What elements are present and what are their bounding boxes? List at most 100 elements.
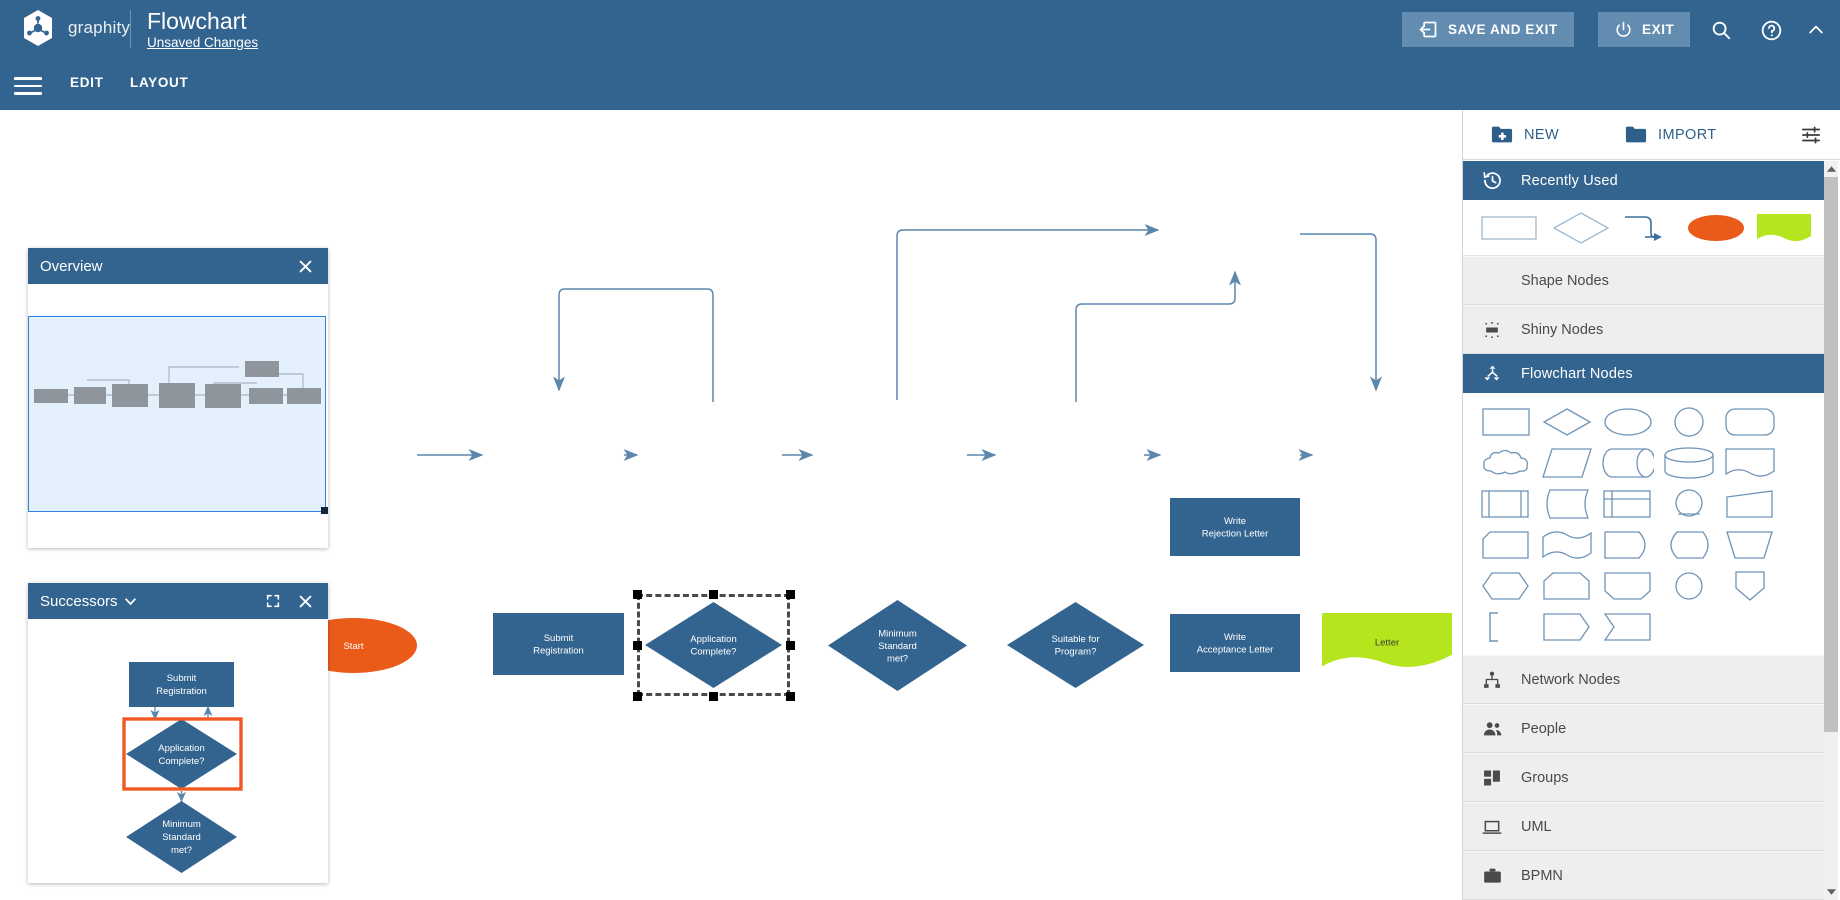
flowchart-node-acceptance[interactable]: Write Acceptance Letter [1170,614,1300,672]
recent-shape-green-document[interactable] [1753,207,1815,248]
overview-viewport-rect[interactable] [28,316,328,514]
scroll-down-icon[interactable] [1824,884,1838,900]
close-icon[interactable] [292,253,318,279]
node-label: Write [1224,516,1246,527]
shape-process[interactable] [1475,401,1536,442]
shape-circle-small[interactable] [1658,565,1719,606]
shape-parallelogram[interactable] [1536,442,1597,483]
palette-section-uml[interactable]: UML [1463,802,1825,851]
flowchart-edges [417,224,1382,461]
search-icon[interactable] [1705,14,1737,46]
palette-section-people[interactable]: People [1463,704,1825,753]
palette-section-recently-used[interactable]: Recently Used [1463,161,1825,200]
shape-card[interactable] [1475,524,1536,565]
close-icon[interactable] [292,588,318,614]
shape-preparation[interactable] [1536,565,1597,606]
recent-shape-rectangle[interactable] [1473,207,1545,248]
palette-section-bpmn[interactable]: BPMN [1463,851,1825,900]
menu-layout[interactable]: LAYOUT [130,75,188,90]
palette-scroll-area[interactable]: Recently Used Shape Nodes Shiny Nodes Fl… [1463,161,1825,900]
shape-ellipse[interactable] [1597,401,1658,442]
sliders-icon[interactable] [1800,125,1822,145]
palette-actions-row: NEW IMPORT [1463,110,1840,160]
successors-node-appcomplete [126,719,237,789]
successors-node-label: Complete? [159,756,205,767]
selection-handle[interactable] [785,691,795,701]
brand-name: graphity [68,18,131,37]
save-and-exit-button[interactable]: SAVE AND EXIT [1402,12,1574,47]
shape-decision[interactable] [1536,401,1597,442]
shape-predefined-process[interactable] [1475,483,1536,524]
shape-cylinder-horizontal[interactable] [1597,442,1658,483]
palette-section-label: Groups [1521,769,1569,786]
shape-circle[interactable] [1658,401,1719,442]
shape-chevron-arrow[interactable] [1597,606,1658,647]
scroll-up-icon[interactable] [1824,161,1838,177]
shape-database[interactable] [1658,442,1719,483]
palette-new-label: NEW [1524,126,1560,143]
shape-document[interactable] [1719,442,1780,483]
chevron-down-icon[interactable] [118,588,144,614]
app-root: graphity Flowchart Unsaved Changes SAVE … [0,0,1840,900]
selection-handle[interactable] [709,691,718,701]
flowchart-node-suitable[interactable]: Suitable for Program? [1007,602,1144,688]
selection-handle[interactable] [632,691,642,701]
palette-section-shape-nodes[interactable]: Shape Nodes [1463,256,1825,305]
flowchart-node-appcomplete[interactable]: Application Complete? [632,589,795,701]
palette-section-label: Flowchart Nodes [1521,365,1633,382]
recent-shape-elbow-arrow[interactable] [1617,207,1679,248]
selection-handle[interactable] [709,589,718,599]
node-label: Standard [878,641,917,652]
palette-scrollbar[interactable] [1824,161,1838,900]
fullscreen-icon[interactable] [260,588,286,614]
selection-handle[interactable] [632,589,642,599]
shape-multi-document[interactable] [1536,524,1597,565]
selection-handle[interactable] [785,640,795,650]
shape-junction-pentagon[interactable] [1719,565,1780,606]
overview-resize-handle[interactable] [321,507,328,514]
shape-octagon-cut[interactable] [1597,565,1658,606]
shape-manual-operation[interactable] [1719,524,1780,565]
brand-logo[interactable]: graphity [18,8,130,48]
shape-internal-storage[interactable] [1597,483,1658,524]
successors-diagram[interactable]: Submit Registration Application Complete… [28,619,328,883]
shape-connector-circle[interactable] [1658,483,1719,524]
palette-scrollbar-thumb[interactable] [1824,177,1838,732]
collapse-icon[interactable] [1800,14,1832,46]
shape-bracket[interactable] [1475,606,1536,647]
hamburger-menu-icon[interactable] [14,72,42,96]
recent-shape-orange-ellipse[interactable] [1683,207,1749,248]
recent-shape-diamond[interactable] [1549,207,1613,248]
selection-handle[interactable] [632,640,642,650]
shape-stored-data[interactable] [1536,483,1597,524]
shape-hexagon[interactable] [1475,565,1536,606]
shape-rounded-rectangle[interactable] [1719,401,1780,442]
flowchart-node-letter[interactable]: Letter [1322,613,1452,671]
flowchart-node-submit[interactable]: Submit Registration [493,613,624,675]
palette-section-shiny-nodes[interactable]: Shiny Nodes [1463,305,1825,354]
palette-section-label: Recently Used [1521,172,1618,189]
palette-section-flowchart-nodes[interactable]: Flowchart Nodes [1463,354,1825,393]
shape-delay[interactable] [1597,524,1658,565]
successors-node-submit [129,662,234,707]
shape-terminator[interactable] [1658,524,1719,565]
shape-cloud[interactable] [1475,442,1536,483]
diagram-canvas[interactable]: Start Submit Registration Application Comple… [0,110,1462,900]
palette-section-network-nodes[interactable]: Network Nodes [1463,655,1825,704]
power-icon [1614,20,1633,39]
palette-import-button[interactable]: IMPORT [1625,125,1717,144]
help-icon[interactable] [1755,14,1787,46]
shape-trapezoid-slant[interactable] [1719,483,1780,524]
menu-edit[interactable]: EDIT [70,75,104,90]
exit-button[interactable]: EXIT [1598,12,1691,47]
shape-pentagon-arrow[interactable] [1536,606,1597,647]
selection-handle[interactable] [785,589,795,599]
header-divider [130,10,131,48]
flowchart-node-minstandard[interactable]: Minimum Standard met? [828,600,967,691]
overview-thumbnail[interactable] [28,284,328,548]
flowchart-node-rejection[interactable]: Write Rejection Letter [1170,498,1300,556]
unsaved-changes-link[interactable]: Unsaved Changes [147,34,258,52]
palette-section-groups[interactable]: Groups [1463,753,1825,802]
shine-icon [1463,320,1521,340]
palette-new-button[interactable]: NEW [1491,125,1559,144]
